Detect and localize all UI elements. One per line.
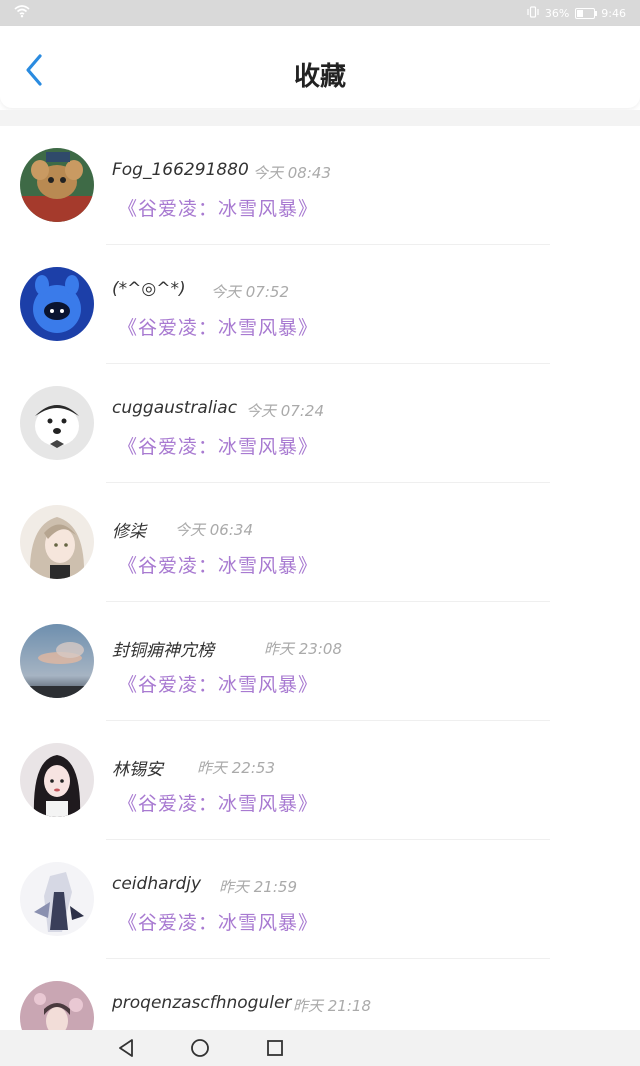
avatar[interactable]	[20, 267, 94, 341]
avatar[interactable]	[20, 862, 94, 936]
status-bar: 36% 9:46	[0, 0, 640, 26]
vibrate-icon	[527, 6, 539, 21]
list-item[interactable]: 封铜痈神宂榜 昨天 23:08 《谷爱凌：冰雪风暴》	[0, 602, 640, 721]
timestamp: 今天 07:52	[211, 283, 289, 301]
username: (*^◎^*)	[112, 279, 186, 299]
timestamp: 今天 07:24	[246, 402, 324, 420]
avatar[interactable]	[20, 505, 94, 579]
list-item[interactable]: 林锡安 昨天 22:53 《谷爱凌：冰雪风暴》	[0, 721, 640, 840]
list-item[interactable]: 修柒 今天 06:34 《谷爱凌：冰雪风暴》	[0, 483, 640, 602]
username: cuggaustraliac	[112, 398, 238, 418]
battery-icon	[575, 8, 598, 19]
list-item[interactable]: cuggaustraliac 今天 07:24 《谷爱凌：冰雪风暴》	[0, 364, 640, 483]
timestamp: 昨天 21:59	[219, 878, 297, 896]
header: 收藏	[0, 26, 640, 108]
nav-home-icon[interactable]	[188, 1036, 212, 1060]
timestamp: 今天 08:43	[253, 164, 331, 182]
favorite-title[interactable]: 《谷爱凌：冰雪风暴》	[118, 789, 318, 816]
navigation-bar	[0, 1030, 640, 1066]
nav-back-icon[interactable]	[114, 1036, 138, 1060]
list-item[interactable]: Fog_166291880 今天 08:43 《谷爱凌：冰雪风暴》	[0, 126, 640, 245]
avatar[interactable]	[20, 743, 94, 817]
username: proqenzascfhnoguler	[112, 993, 292, 1013]
timestamp: 昨天 23:08	[264, 640, 342, 658]
timestamp: 昨天 21:18	[293, 997, 371, 1015]
page-title: 收藏	[293, 62, 346, 92]
header-gap	[0, 110, 640, 126]
username: 封铜痈神宂榜	[112, 641, 214, 661]
favorite-title[interactable]: 《谷爱凌：冰雪风暴》	[118, 432, 318, 459]
avatar[interactable]	[20, 624, 94, 698]
favorite-title[interactable]: 《谷爱凌：冰雪风暴》	[118, 908, 318, 935]
favorite-title[interactable]: 《谷爱凌：冰雪风暴》	[118, 313, 318, 340]
list-item[interactable]: proqenzascfhnoguler 昨天 21:18 《谷爱凌：冰雪风暴》	[0, 959, 640, 1030]
username: ceidhardjy	[112, 874, 202, 894]
list-item[interactable]: ceidhardjy 昨天 21:59 《谷爱凌：冰雪风暴》	[0, 840, 640, 959]
favorite-title[interactable]: 《谷爱凌：冰雪风暴》	[118, 670, 318, 697]
favorite-title[interactable]: 《谷爱凌：冰雪风暴》	[118, 194, 318, 221]
wifi-icon	[14, 4, 30, 21]
avatar[interactable]	[20, 981, 94, 1030]
clock: 9:46	[601, 7, 626, 20]
favorite-title[interactable]: 《谷爱凌：冰雪风暴》	[118, 551, 318, 578]
timestamp: 昨天 22:53	[197, 759, 275, 777]
battery-percent: 36%	[544, 7, 570, 20]
favorites-list: Fog_166291880 今天 08:43 《谷爱凌：冰雪风暴》 (*^◎^*…	[0, 126, 640, 1030]
avatar[interactable]	[20, 386, 94, 460]
list-item[interactable]: (*^◎^*) 今天 07:52 《谷爱凌：冰雪风暴》	[0, 245, 640, 364]
username: 修柒	[112, 522, 146, 542]
nav-recent-icon[interactable]	[263, 1036, 287, 1060]
username: Fog_166291880	[112, 160, 249, 180]
avatar[interactable]	[20, 148, 94, 222]
username: 林锡安	[112, 760, 163, 780]
timestamp: 今天 06:34	[175, 521, 253, 539]
